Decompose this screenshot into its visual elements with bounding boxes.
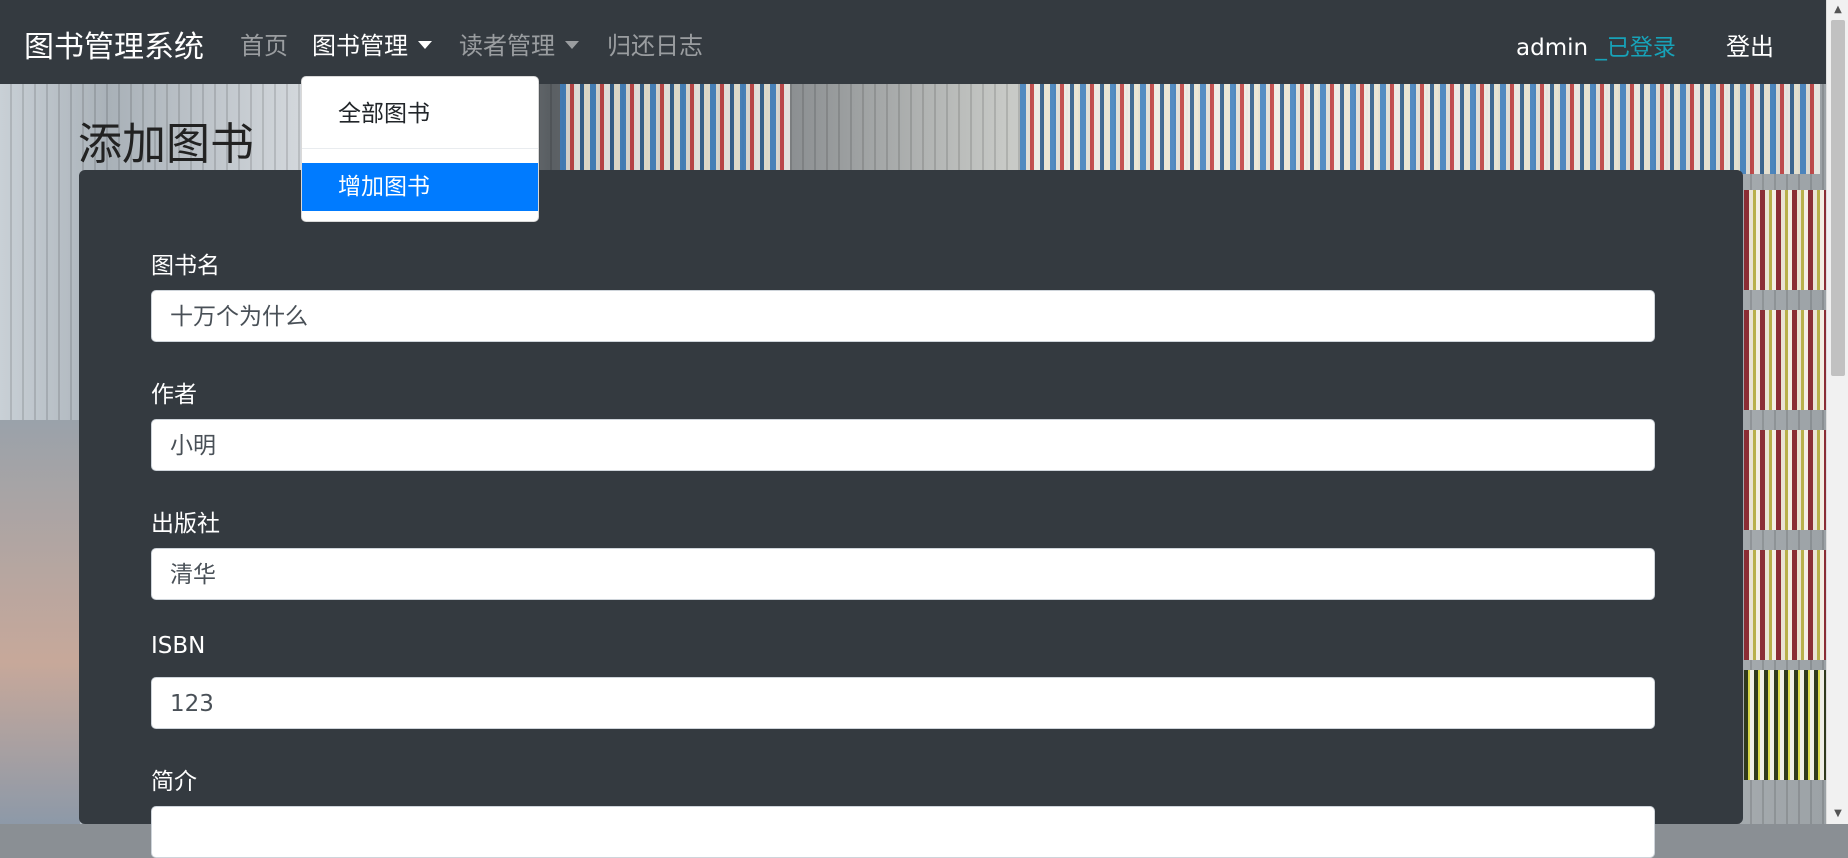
nav-book-management-label: 图书管理 xyxy=(312,32,408,60)
description-input[interactable] xyxy=(151,806,1655,858)
background-bookshelf xyxy=(1744,430,1826,530)
nav-reader-management-label: 读者管理 xyxy=(459,32,555,60)
isbn-input[interactable]: 123 xyxy=(151,677,1655,729)
book-name-input[interactable]: 十万个为什么 xyxy=(151,290,1655,342)
isbn-label: ISBN xyxy=(151,633,206,659)
username: admin xyxy=(1516,35,1589,61)
caret-down-icon xyxy=(418,41,432,49)
nav-reader-management[interactable]: 读者管理 xyxy=(459,26,579,61)
background-bookshelf xyxy=(1744,190,1826,290)
dropdown-divider xyxy=(302,148,538,149)
add-book-form: 图书名 十万个为什么 作者 小明 出版社 清华 ISBN 123 简介 xyxy=(79,170,1743,858)
page-title: 添加图书 xyxy=(78,119,254,170)
background-floor xyxy=(0,420,80,824)
dropdown-item-add-book[interactable]: 增加图书 xyxy=(302,163,538,211)
nav-home[interactable]: 首页 xyxy=(240,26,288,61)
author-label: 作者 xyxy=(151,382,197,408)
publisher-label: 出版社 xyxy=(151,511,220,537)
scroll-down-arrow-icon[interactable]: ▼ xyxy=(1827,804,1848,824)
background-bookshelf xyxy=(1744,550,1826,660)
nav-book-management[interactable]: 图书管理 xyxy=(312,26,432,61)
background-bookshelf xyxy=(1020,84,1820,174)
scrollbar-thumb[interactable] xyxy=(1831,20,1845,376)
scroll-up-arrow-icon[interactable]: ▲ xyxy=(1827,0,1848,20)
background-bookshelf xyxy=(1744,310,1826,410)
nav-return-log[interactable]: 归还日志 xyxy=(607,26,703,61)
dropdown-item-all-books[interactable]: 全部图书 xyxy=(302,90,538,138)
logout-link[interactable]: 登出 xyxy=(1726,27,1774,62)
description-label: 简介 xyxy=(151,769,197,795)
top-navbar: 图书管理系统 首页 图书管理 读者管理 归还日志 admin _已登录 登出 xyxy=(0,0,1826,84)
background-bookshelf xyxy=(560,84,790,174)
user-status: admin _已登录 xyxy=(1516,28,1676,62)
publisher-input[interactable]: 清华 xyxy=(151,548,1655,600)
book-management-dropdown: 全部图书 增加图书 xyxy=(301,76,539,222)
background-bookshelf xyxy=(1744,670,1826,780)
brand-title[interactable]: 图书管理系统 xyxy=(24,22,204,66)
author-input[interactable]: 小明 xyxy=(151,419,1655,471)
vertical-scrollbar[interactable]: ▲ ▼ xyxy=(1826,0,1848,824)
caret-down-icon xyxy=(565,41,579,49)
login-status: _已登录 xyxy=(1595,35,1676,61)
book-name-label: 图书名 xyxy=(151,253,220,279)
